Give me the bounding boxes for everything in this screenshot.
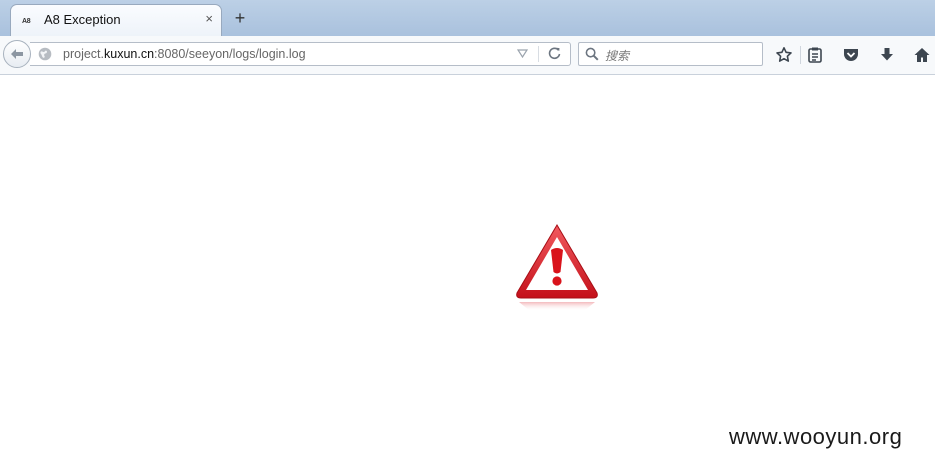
globe-icon <box>38 47 52 61</box>
address-bar[interactable]: project.kuxun.cn:8080/seeyon/logs/login.… <box>30 42 571 66</box>
home-icon[interactable] <box>913 46 931 64</box>
tab-strip: A8 A8 Exception × + <box>0 0 935 36</box>
history-dropdown-icon[interactable] <box>517 49 528 58</box>
star-icon[interactable] <box>775 46 793 64</box>
site-favicon-icon: A8 <box>22 18 31 25</box>
back-button[interactable] <box>3 40 31 68</box>
toolbar-separator <box>800 46 801 64</box>
tab-a8-exception[interactable]: A8 A8 Exception × <box>10 4 222 36</box>
tab-close-icon[interactable]: × <box>205 11 213 26</box>
back-arrow-icon <box>11 49 23 59</box>
pocket-icon[interactable] <box>842 46 860 64</box>
tab-title: A8 Exception <box>44 12 121 27</box>
search-box[interactable]: 搜索 <box>578 42 763 66</box>
search-placeholder: 搜索 <box>605 49 630 63</box>
download-icon[interactable] <box>878 46 896 64</box>
new-tab-button[interactable]: + <box>232 8 248 28</box>
reload-icon[interactable] <box>547 46 562 61</box>
watermark: www.wooyun.org <box>729 424 903 449</box>
url-text: project.kuxun.cn:8080/seeyon/logs/login.… <box>63 47 306 61</box>
warning-icon <box>516 224 598 311</box>
search-icon <box>585 47 599 61</box>
reading-list-icon[interactable] <box>806 46 824 64</box>
navigation-toolbar: project.kuxun.cn:8080/seeyon/logs/login.… <box>0 36 935 75</box>
url-separator <box>538 46 539 62</box>
